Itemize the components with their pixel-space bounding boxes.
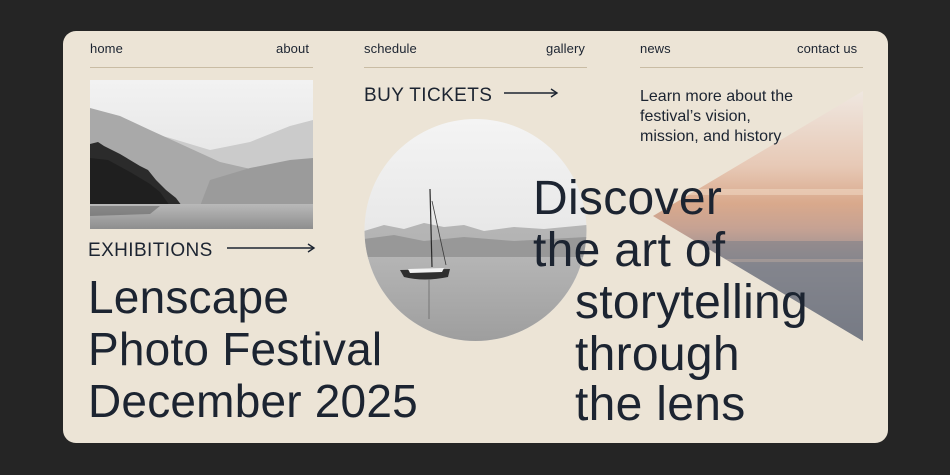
nav-divider-right bbox=[640, 67, 863, 68]
title-line: Photo Festival bbox=[88, 323, 383, 375]
festival-card: home about schedule gallery news contact… bbox=[63, 31, 888, 443]
exhibitions-arrow-icon bbox=[227, 243, 316, 253]
tagline-line: Discover bbox=[533, 172, 723, 225]
nav-contact-link[interactable]: contact us bbox=[797, 41, 857, 57]
tagline-line: through bbox=[575, 328, 740, 381]
tagline-line: the lens bbox=[575, 378, 746, 431]
tagline-line: storytelling bbox=[575, 276, 809, 329]
title-line: Lenscape bbox=[88, 271, 290, 323]
buy-tickets-arrow-icon bbox=[504, 88, 559, 98]
nav-home-link[interactable]: home bbox=[90, 41, 123, 57]
about-festival-link[interactable]: Learn more about the festival’s vision, … bbox=[640, 87, 810, 147]
nav-about-link[interactable]: about bbox=[276, 41, 309, 57]
nav-schedule-link[interactable]: schedule bbox=[364, 41, 417, 57]
exhibitions-link[interactable]: EXHIBITIONS bbox=[88, 240, 213, 262]
mountain-lake-photo[interactable] bbox=[90, 80, 313, 229]
title-line: December 2025 bbox=[88, 375, 418, 427]
nav-gallery-link[interactable]: gallery bbox=[546, 41, 585, 57]
buy-tickets-link[interactable]: BUY TICKETS bbox=[364, 85, 492, 107]
nav-divider-middle bbox=[364, 67, 587, 68]
festival-title: Lenscape Photo Festival December 2025 bbox=[88, 271, 528, 427]
nav-news-link[interactable]: news bbox=[640, 41, 671, 57]
nav-divider-left bbox=[90, 67, 313, 68]
tagline-line: the art of bbox=[533, 224, 726, 277]
